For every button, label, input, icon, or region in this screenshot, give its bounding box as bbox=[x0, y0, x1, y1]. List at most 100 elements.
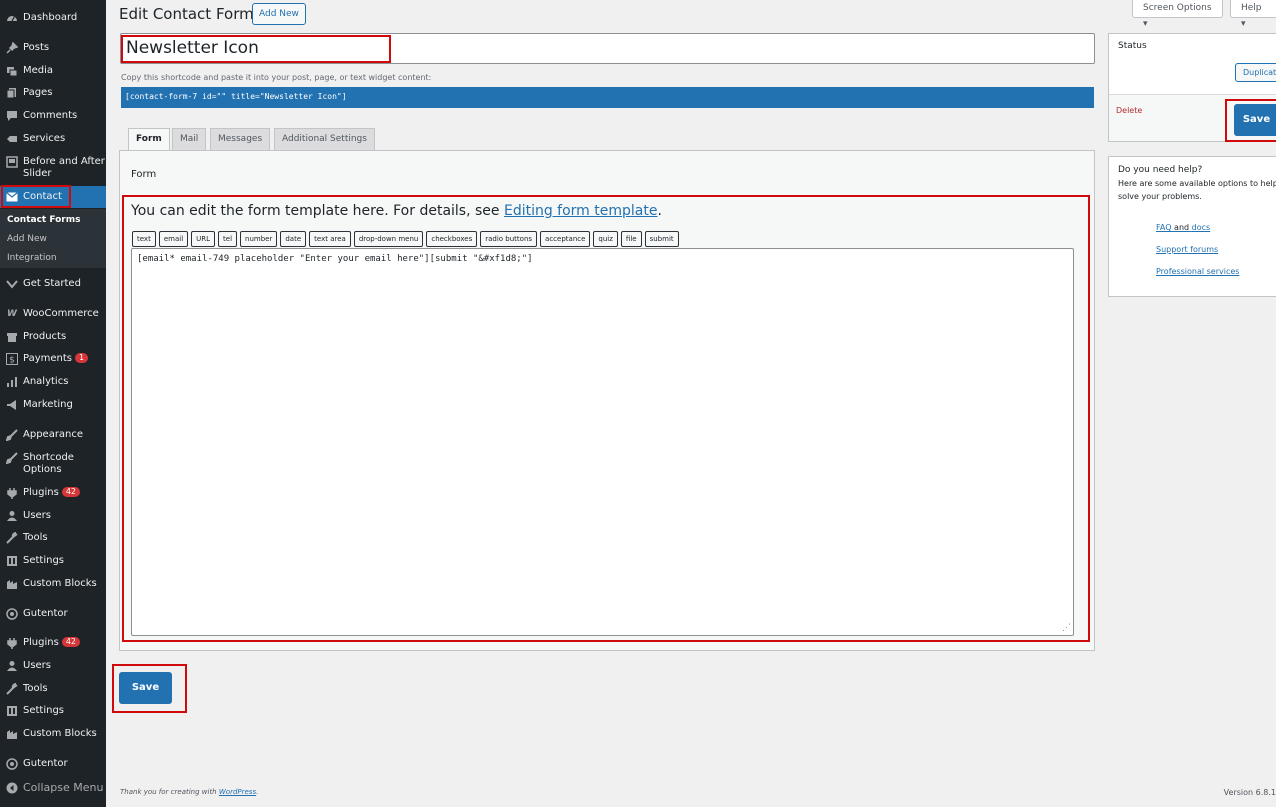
menu-payments[interactable]: $ Payments 1 bbox=[0, 352, 106, 366]
submenu-contact-forms[interactable]: Contact Forms bbox=[7, 215, 80, 225]
support-forums-link[interactable]: Support forums bbox=[1156, 245, 1218, 254]
collapse-menu-button[interactable]: Collapse Menu bbox=[0, 781, 106, 795]
menu-label: Custom Blocks bbox=[23, 578, 97, 589]
menu-label: Settings bbox=[23, 555, 65, 566]
sidebar-save-button[interactable]: Save bbox=[1234, 104, 1276, 136]
menu-comments[interactable]: Comments bbox=[0, 109, 106, 123]
delete-link[interactable]: Delete bbox=[1116, 106, 1142, 115]
menu-posts[interactable]: Posts bbox=[0, 41, 106, 55]
tag-quiz-button[interactable]: quiz bbox=[593, 231, 618, 247]
menu-gutentor-2[interactable]: Gutentor bbox=[0, 757, 106, 771]
shortcode-field[interactable]: [contact-form-7 id="" title="Newsletter … bbox=[121, 87, 1094, 108]
tag-textarea-button[interactable]: text area bbox=[309, 231, 351, 247]
submenu-integration[interactable]: Integration bbox=[7, 253, 57, 263]
tag-text-button[interactable]: text bbox=[132, 231, 156, 247]
tab-messages[interactable]: Messages bbox=[210, 128, 271, 151]
faq-link[interactable]: FAQ bbox=[1156, 223, 1172, 232]
help-box: Do you need help? Here are some availabl… bbox=[1108, 156, 1276, 297]
tab-form[interactable]: Form bbox=[128, 128, 170, 152]
admin-sidebar: Dashboard Posts Media Pages Comments Ser… bbox=[0, 0, 106, 807]
menu-label: Analytics bbox=[23, 376, 69, 387]
menu-pages[interactable]: Pages bbox=[0, 86, 106, 100]
menu-label: Settings bbox=[23, 705, 65, 716]
menu-products[interactable]: Products bbox=[0, 330, 106, 344]
dollar-icon: $ bbox=[5, 352, 19, 366]
slider-icon bbox=[5, 155, 19, 169]
menu-media[interactable]: Media bbox=[0, 64, 106, 78]
submenu-add-new[interactable]: Add New bbox=[7, 234, 47, 244]
menu-custom-blocks[interactable]: Custom Blocks bbox=[0, 577, 106, 591]
menu-dashboard[interactable]: Dashboard bbox=[0, 11, 106, 25]
menu-label: Media bbox=[23, 65, 54, 76]
tag-date-button[interactable]: date bbox=[280, 231, 307, 247]
tag-tel-button[interactable]: tel bbox=[218, 231, 238, 247]
tag-checkboxes-button[interactable]: checkboxes bbox=[426, 231, 478, 247]
shortcode-icon bbox=[5, 451, 19, 465]
gutentor-icon bbox=[5, 757, 19, 771]
menu-marketing[interactable]: Marketing bbox=[0, 398, 106, 412]
help-button[interactable]: Help ▾ bbox=[1230, 0, 1276, 29]
tag-generator-buttons: text email URL tel number date text area… bbox=[132, 231, 679, 247]
menu-label: Collapse Menu bbox=[23, 781, 104, 794]
tag-number-button[interactable]: number bbox=[240, 231, 278, 247]
menu-settings-2[interactable]: Settings bbox=[0, 704, 106, 718]
tab-mail[interactable]: Mail bbox=[172, 128, 207, 151]
tag-dropdown-button[interactable]: drop-down menu bbox=[353, 231, 424, 247]
comment-icon bbox=[5, 109, 19, 123]
menu-custom-blocks-2[interactable]: Custom Blocks bbox=[0, 727, 106, 741]
payments-badge: 1 bbox=[75, 353, 89, 363]
main-content: Edit Contact Form Add New Screen Options… bbox=[106, 0, 1276, 807]
menu-label: Posts bbox=[23, 42, 50, 53]
menu-get-started[interactable]: Get Started bbox=[0, 277, 106, 291]
settings-icon bbox=[5, 554, 19, 568]
menu-settings[interactable]: Settings bbox=[0, 554, 106, 568]
tag-url-button[interactable]: URL bbox=[191, 231, 216, 247]
menu-label: Marketing bbox=[23, 399, 73, 410]
tag-submit-button[interactable]: submit bbox=[644, 231, 679, 247]
menu-label: Products bbox=[23, 331, 67, 342]
tag-file-button[interactable]: file bbox=[620, 231, 642, 247]
save-button[interactable]: Save bbox=[119, 672, 172, 704]
tag-radio-button[interactable]: radio buttons bbox=[480, 231, 538, 247]
menu-before-after[interactable]: Before and After Slider bbox=[0, 155, 106, 180]
menu-plugins-2[interactable]: Plugins 42 bbox=[0, 636, 106, 650]
docs-link[interactable]: docs bbox=[1192, 223, 1211, 232]
tab-additional-settings[interactable]: Additional Settings bbox=[274, 128, 375, 151]
user-icon bbox=[5, 659, 19, 673]
menu-label: Gutentor bbox=[23, 608, 68, 619]
form-template-textarea[interactable]: [email* email-749 placeholder "Enter you… bbox=[131, 248, 1074, 636]
menu-label-text: Payments bbox=[23, 353, 72, 364]
menu-appearance[interactable]: Appearance bbox=[0, 428, 106, 442]
menu-contact[interactable]: Contact bbox=[0, 186, 106, 208]
description-suffix: . bbox=[657, 203, 662, 219]
form-title-input[interactable]: Newsletter Icon bbox=[120, 33, 1095, 64]
collapse-icon bbox=[5, 781, 19, 795]
menu-label: WooCommerce bbox=[23, 308, 99, 319]
menu-woocommerce[interactable]: W WooCommerce bbox=[0, 307, 106, 321]
resize-handle-icon[interactable]: ⋰ bbox=[1062, 624, 1071, 633]
tag-acceptance-button[interactable]: acceptance bbox=[540, 231, 591, 247]
menu-tools-2[interactable]: Tools bbox=[0, 682, 106, 696]
plugin-icon bbox=[5, 486, 19, 500]
duplicate-button[interactable]: Duplicate bbox=[1235, 63, 1276, 82]
plugins-badge: 42 bbox=[61, 487, 81, 497]
archive-icon bbox=[5, 330, 19, 344]
menu-gutentor[interactable]: Gutentor bbox=[0, 607, 106, 621]
menu-services[interactable]: Services bbox=[0, 132, 106, 146]
editing-template-link[interactable]: Editing form template bbox=[504, 203, 658, 219]
menu-label: Plugins 42 bbox=[23, 486, 106, 499]
tag-email-button[interactable]: email bbox=[158, 231, 189, 247]
wordpress-link[interactable]: WordPress bbox=[219, 788, 256, 796]
shortcode-label: Copy this shortcode and paste it into yo… bbox=[121, 73, 432, 82]
menu-plugins[interactable]: Plugins 42 bbox=[0, 486, 106, 500]
professional-services-link[interactable]: Professional services bbox=[1156, 267, 1239, 276]
menu-tools[interactable]: Tools bbox=[0, 531, 106, 545]
menu-analytics[interactable]: Analytics bbox=[0, 375, 106, 389]
menu-shortcode-options[interactable]: Shortcode Options bbox=[0, 451, 106, 476]
menu-users-2[interactable]: Users bbox=[0, 659, 106, 673]
add-new-button[interactable]: Add New bbox=[252, 3, 306, 25]
wrench-icon bbox=[5, 682, 19, 696]
megaphone-icon bbox=[5, 398, 19, 412]
menu-users[interactable]: Users bbox=[0, 509, 106, 523]
screen-options-button[interactable]: Screen Options ▾ bbox=[1132, 0, 1223, 29]
